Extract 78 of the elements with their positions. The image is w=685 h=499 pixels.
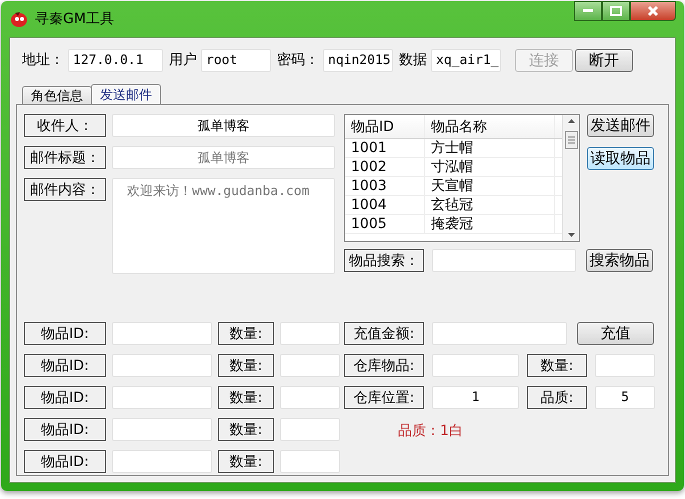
- input-field[interactable]: 孤单博客: [112, 114, 335, 137]
- table-cell: 1005: [345, 215, 425, 233]
- scrollbar[interactable]: [562, 115, 579, 241]
- input-field[interactable]: [112, 322, 212, 345]
- input-field[interactable]: xq_air1_: [431, 48, 501, 72]
- tab[interactable]: 角色信息: [22, 86, 92, 104]
- field-label: 物品搜索：: [344, 249, 424, 272]
- search-items-button[interactable]: 搜索物品: [586, 249, 653, 272]
- table-cell: 1001: [345, 139, 425, 157]
- input-field[interactable]: 127.0.0.1: [68, 48, 163, 72]
- read-items-button[interactable]: 读取物品: [587, 147, 654, 170]
- field-label: 地址：: [22, 51, 64, 69]
- table-cell: 掩袭冠: [425, 215, 555, 233]
- field-label: 物品ID:: [24, 386, 106, 409]
- field-label: 品质:: [527, 386, 587, 409]
- field-label: 数量:: [218, 450, 274, 473]
- minimize-button[interactable]: [574, 1, 602, 21]
- field-label: 数量:: [218, 322, 274, 345]
- input-field[interactable]: [280, 450, 340, 473]
- input-field[interactable]: [432, 354, 519, 377]
- field-label: 物品ID:: [24, 450, 106, 473]
- field-label: 收件人：: [24, 114, 106, 137]
- input-field[interactable]: [432, 249, 576, 272]
- field-label: 物品ID:: [24, 354, 106, 377]
- input-field[interactable]: [280, 418, 340, 441]
- table-cell: 寸泓帽: [425, 158, 555, 176]
- field-label: 用户: [169, 51, 197, 69]
- send-mail-button[interactable]: 发送邮件: [587, 114, 654, 137]
- field-label: 物品ID:: [24, 322, 106, 345]
- field-label: 数量:: [527, 354, 587, 377]
- input-field[interactable]: [112, 354, 212, 377]
- field-label: 物品ID:: [24, 418, 106, 441]
- input-field[interactable]: 孤单博客: [112, 146, 335, 169]
- up-arrow-icon[interactable]: [568, 119, 574, 123]
- input-field[interactable]: [432, 322, 567, 345]
- input-field[interactable]: [280, 354, 340, 377]
- field-label: 密码：: [277, 51, 319, 69]
- input-field[interactable]: [595, 354, 655, 377]
- input-field[interactable]: [112, 418, 212, 441]
- input-field[interactable]: 5: [595, 386, 655, 409]
- close-icon: [647, 5, 659, 17]
- field-label: 充值金额:: [344, 322, 424, 345]
- table-cell: 1002: [345, 158, 425, 176]
- quality-note: 品质：1白: [398, 422, 464, 440]
- input-field[interactable]: [280, 386, 340, 409]
- tab[interactable]: 发送邮件: [91, 84, 161, 104]
- table-cell: 1003: [345, 177, 425, 195]
- table-cell: 1004: [345, 196, 425, 214]
- table-cell: 方士帽: [425, 139, 555, 157]
- field-label: 邮件内容：: [24, 178, 106, 201]
- maximize-icon: [610, 6, 622, 16]
- field-label: 数量:: [218, 354, 274, 377]
- table-cell: 玄毡冠: [425, 196, 555, 214]
- bird-icon: [9, 10, 29, 28]
- input-field[interactable]: nqin2015: [323, 48, 393, 72]
- column-header[interactable]: 物品名称: [425, 115, 555, 138]
- recharge-button[interactable]: 充值: [577, 322, 654, 345]
- close-button[interactable]: [630, 1, 676, 21]
- field-label: 数量:: [218, 386, 274, 409]
- field-label: 仓库位置:: [344, 386, 424, 409]
- disconnect-button[interactable]: 断开: [575, 48, 633, 72]
- input-field[interactable]: [112, 450, 212, 473]
- input-field[interactable]: [280, 322, 340, 345]
- field-label: 数据: [399, 51, 427, 69]
- input-field[interactable]: 1: [432, 386, 519, 409]
- input-field[interactable]: [112, 386, 212, 409]
- down-arrow-icon[interactable]: [568, 233, 574, 237]
- window-title: 寻秦GM工具: [35, 10, 114, 28]
- column-header[interactable]: 物品ID: [345, 115, 425, 138]
- maximize-button[interactable]: [602, 1, 630, 21]
- field-label: 邮件标题：: [24, 146, 106, 169]
- field-label: 数量:: [218, 418, 274, 441]
- input-field[interactable]: root: [201, 48, 271, 72]
- input-field[interactable]: 欢迎来访！www.gudanba.com: [112, 178, 335, 274]
- table-cell: 天宣帽: [425, 177, 555, 195]
- minimize-icon: [583, 9, 593, 13]
- scroll-thumb-icon[interactable]: [564, 131, 578, 149]
- field-label: 仓库物品:: [344, 354, 424, 377]
